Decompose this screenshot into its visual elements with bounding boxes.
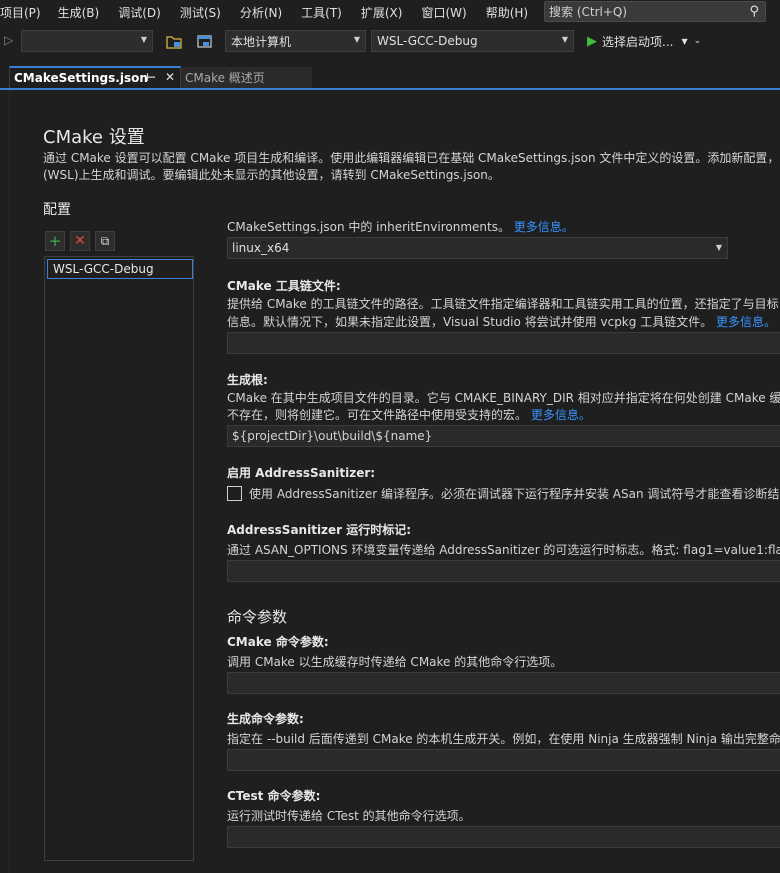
build-args-field[interactable] — [227, 749, 780, 771]
toolchain-desc-line1: 提供给 CMake 的工具链文件的路径。工具链文件指定编译器和工具链实用工具的位… — [227, 297, 779, 311]
menu-extensions[interactable]: 扩展(X) — [361, 4, 412, 21]
buildroot-link[interactable]: 更多信息。 — [531, 408, 591, 422]
list-item[interactable]: WSL-GCC-Debug — [47, 259, 193, 279]
run-dropdown-icon[interactable]: ▼ — [681, 37, 687, 46]
build-args-heading: 生成命令参数: — [227, 712, 304, 726]
inherit-env-link[interactable]: 更多信息。 — [514, 220, 574, 234]
search-box[interactable]: 搜索 (Ctrl+Q) ⚲ — [544, 1, 766, 22]
toolchain-desc-text: 信息。默认情况下，如果未指定此设置，Visual Studio 将尝试并使用 v… — [227, 315, 713, 329]
copy-icon[interactable]: ⧉ — [95, 231, 115, 251]
delete-icon[interactable]: ✕ — [70, 231, 90, 251]
config-panel-title: 配置 — [43, 202, 71, 218]
search-placeholder: 搜索 (Ctrl+Q) — [549, 5, 628, 19]
tab-cmakesettings[interactable]: CMakeSettings.json ⊢ ✕ — [9, 66, 181, 88]
menu-analyze[interactable]: 分析(N) — [240, 4, 291, 21]
cmake-args-heading: CMake 命令参数: — [227, 635, 329, 649]
buildroot-field[interactable]: ${projectDir}\out\build\${name} — [227, 425, 780, 447]
command-args-title: 命令参数 — [227, 608, 288, 626]
tab-strip: CMakeSettings.json ⊢ ✕ CMake 概述页 — [0, 66, 780, 90]
tab-label: CMake 概述页 — [185, 71, 265, 85]
play-icon: ▶ — [587, 33, 597, 49]
window-icon[interactable] — [196, 33, 214, 51]
toolchain-heading: CMake 工具链文件: — [227, 279, 341, 293]
toolchain-desc-line2: 信息。默认情况下，如果未指定此设置，Visual Studio 将尝试并使用 v… — [227, 313, 776, 330]
buildroot-desc-line1: CMake 在其中生成项目文件的目录。它与 CMAKE_BINARY_DIR 相… — [227, 391, 780, 405]
toolchain-link[interactable]: 更多信息。 — [716, 315, 776, 329]
machine-value: 本地计算机 — [231, 34, 292, 49]
chevron-down-icon: ▼ — [561, 35, 568, 44]
menu-tools[interactable]: 工具(T) — [301, 4, 351, 21]
menu-window[interactable]: 窗口(W) — [421, 4, 475, 21]
machine-combo[interactable]: 本地计算机 ▼ — [225, 30, 366, 52]
inherit-env-select[interactable]: linux_x64 ▼ — [227, 237, 728, 259]
cmake-args-field[interactable] — [227, 672, 780, 694]
tab-label: CMakeSettings.json — [14, 71, 148, 85]
inherit-env-label: CMakeSettings.json 中的 inheritEnvironment… — [227, 218, 574, 235]
toolchain-field[interactable] — [227, 332, 780, 354]
configuration-combo[interactable]: WSL-GCC-Debug ▼ — [371, 30, 574, 52]
page-description-line2: (WSL)上生成和调试。要编辑此处未显示的其他设置，请转到 CMakeSetti… — [43, 168, 500, 182]
buildroot-desc-text: 不存在，则将创建它。可在文件路径中使用受支持的宏。 — [227, 408, 528, 422]
configuration-value: WSL-GCC-Debug — [377, 34, 478, 48]
cmake-args-desc: 调用 CMake 以生成缓存时传递给 CMake 的其他命令行选项。 — [227, 655, 563, 669]
asanflags-heading: AddressSanitizer 运行时标记: — [227, 523, 412, 537]
buildroot-desc-line2: 不存在，则将创建它。可在文件路径中使用受支持的宏。 更多信息。 — [227, 406, 591, 423]
buildroot-heading: 生成根: — [227, 373, 268, 387]
asanflags-desc: 通过 ASAN_OPTIONS 环境变量传递给 AddressSanitizer… — [227, 543, 780, 557]
chevron-down-icon: ▼ — [353, 35, 360, 44]
toolbar-grip-icon: ▷ — [4, 33, 14, 47]
menu-project[interactable]: 项目(P) — [0, 4, 50, 21]
menu-build[interactable]: 生成(B) — [58, 4, 109, 21]
asan-checkbox[interactable] — [227, 486, 242, 501]
page-description-line1: 通过 CMake 设置可以配置 CMake 项目生成和编译。使用此编辑器编辑已在… — [43, 151, 780, 165]
ctest-args-field[interactable] — [227, 826, 780, 848]
run-button[interactable]: ▶ 选择启动项... ▼ ⌄ — [587, 31, 701, 51]
build-args-desc: 指定在 --build 后面传递到 CMake 的本机生成开关。例如，在使用 N… — [227, 732, 780, 746]
ctest-args-heading: CTest 命令参数: — [227, 789, 321, 803]
page-title: CMake 设置 — [43, 127, 145, 148]
search-icon: ⚲ — [749, 4, 759, 19]
config-list: WSL-GCC-Debug — [44, 256, 194, 861]
menu-test[interactable]: 测试(S) — [180, 4, 230, 21]
tab-cmake-overview[interactable]: CMake 概述页 — [181, 67, 312, 88]
add-icon[interactable]: + — [45, 231, 65, 251]
startup-item-combo[interactable]: ▼ — [21, 30, 153, 52]
asanflags-field[interactable] — [227, 560, 780, 582]
close-icon[interactable]: ✕ — [165, 70, 175, 84]
chevron-down-icon: ▼ — [715, 243, 722, 252]
run-label: 选择启动项... — [602, 34, 674, 49]
menu-debug[interactable]: 调试(D) — [118, 4, 170, 21]
inherit-env-value: linux_x64 — [232, 241, 290, 255]
menu-help[interactable]: 帮助(H) — [486, 4, 537, 21]
pin-icon[interactable]: ⊢ — [146, 71, 156, 84]
asan-heading: 启用 AddressSanitizer: — [227, 466, 376, 480]
inherit-env-text: CMakeSettings.json 中的 inheritEnvironment… — [227, 220, 510, 234]
overflow-icon[interactable]: ⌄ — [694, 36, 702, 46]
folder-icon[interactable] — [165, 33, 183, 51]
asan-checkbox-label: 使用 AddressSanitizer 编译程序。必须在调试器下运行程序并安装 … — [249, 487, 780, 501]
menu-bar: 项目(P) 生成(B) 调试(D) 测试(S) 分析(N) 工具(T) 扩展(X… — [0, 0, 780, 24]
chevron-down-icon: ▼ — [140, 35, 147, 44]
ctest-args-desc: 运行测试时传递给 CTest 的其他命令行选项。 — [227, 809, 471, 823]
